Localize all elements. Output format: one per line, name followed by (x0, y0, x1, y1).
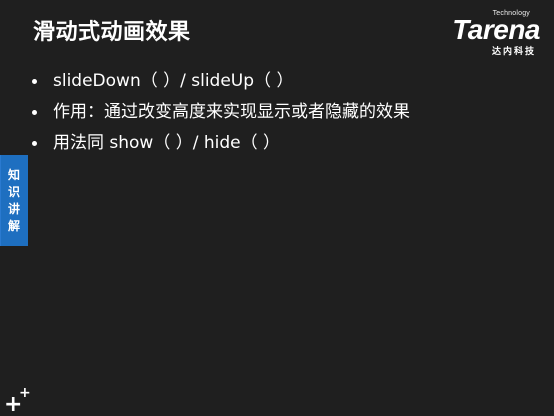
bullet-list: slideDown（ ）/ slideUp（ ） 作用：通过改变高度来实现显示或… (32, 66, 410, 159)
tab-char: 知 (7, 167, 20, 182)
knowledge-explanation-tab[interactable]: 知 识 讲 解 (0, 155, 28, 246)
logo-chinese-name: 达内科技 (491, 47, 536, 57)
plus-icon: + + (4, 385, 34, 416)
slide-title: 滑动式动画效果 (33, 20, 191, 45)
bullet-text: 用法同 show（ ）/ hide（ ） (53, 132, 281, 153)
bullet-item: 用法同 show（ ）/ hide（ ） (32, 128, 410, 158)
plus-small-icon: + (19, 385, 31, 401)
bullet-dot-icon (32, 109, 37, 115)
bullet-item: 作用：通过改变高度来实现显示或者隐藏的效果 (32, 97, 410, 127)
bullet-dot-icon (32, 78, 37, 84)
tab-char: 讲 (7, 201, 20, 216)
bullet-item: slideDown（ ）/ slideUp（ ） (32, 66, 410, 96)
tab-char: 解 (7, 218, 20, 233)
bullet-dot-icon (32, 140, 37, 146)
logo-brand: Tarena (452, 14, 540, 45)
bullet-text: slideDown（ ）/ slideUp（ ） (53, 70, 294, 91)
tarena-logo: Technology Tarena 达内科技 (430, 10, 540, 57)
tab-char: 识 (7, 184, 20, 199)
bullet-text: 作用：通过改变高度来实现显示或者隐藏的效果 (53, 101, 410, 122)
